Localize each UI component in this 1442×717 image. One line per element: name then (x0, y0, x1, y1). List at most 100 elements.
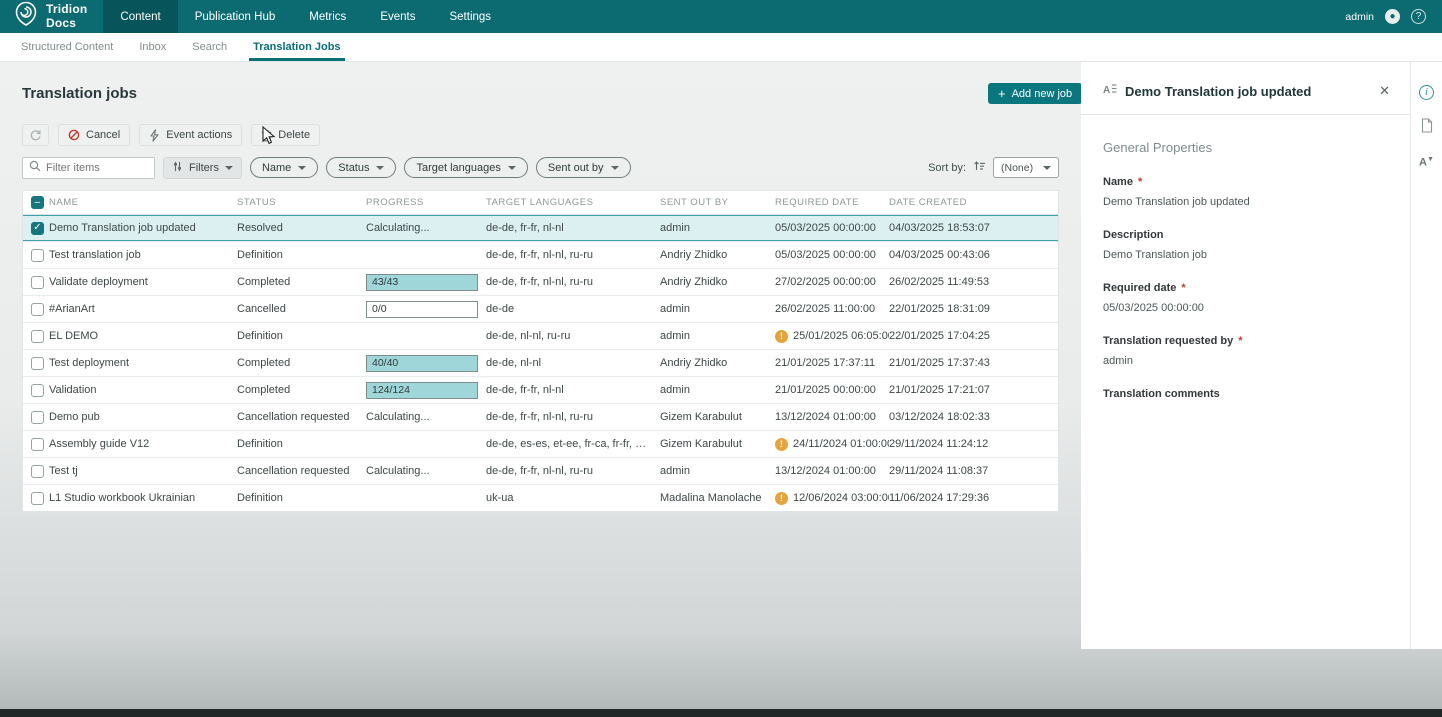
cell-name: Test translation job (49, 249, 237, 261)
cell-name: Validation (49, 384, 237, 396)
table-row[interactable]: Demo pubCancellation requestedCalculatin… (23, 404, 1058, 431)
cell-target-languages: de-de, fr-fr, nl-nl, ru-ru (486, 276, 660, 288)
top-menu-item-events[interactable]: Events (363, 0, 432, 33)
sort-ascending-icon[interactable] (973, 159, 986, 177)
required-date-text: 26/02/2025 11:00:00 (775, 303, 875, 315)
row-checkbox[interactable] (31, 303, 44, 316)
top-menu-item-settings[interactable]: Settings (432, 0, 508, 33)
table-body: ✓Demo Translation job updatedResolvedCal… (23, 215, 1058, 512)
refresh-icon (29, 129, 42, 142)
field-label: Translation requested by * (1103, 335, 1388, 347)
top-menu-item-content[interactable]: Content (103, 0, 177, 33)
row-checkbox[interactable] (31, 249, 44, 262)
required-date-text: 24/11/2024 01:00:00 (793, 438, 889, 450)
mouse-cursor-icon (262, 126, 276, 150)
translation-tab-button[interactable]: A▼ (1418, 153, 1436, 171)
chevron-down-icon (298, 166, 306, 170)
table-row[interactable]: Test tjCancellation requestedCalculating… (23, 458, 1058, 485)
column-header-status: STATUS (237, 197, 366, 208)
subnav-item-search[interactable]: Search (179, 33, 240, 61)
filter-pill-label: Sent out by (548, 162, 604, 174)
info-icon: i (1419, 85, 1434, 100)
row-checkbox[interactable] (31, 411, 44, 424)
subnav-item-inbox[interactable]: Inbox (126, 33, 179, 61)
subnav-item-structured-content[interactable]: Structured Content (8, 33, 126, 61)
brand-logo[interactable]: Tridion Docs (0, 0, 103, 33)
translation-job-icon: A (1103, 82, 1117, 101)
row-checkbox[interactable] (31, 276, 44, 289)
filter-items-input[interactable] (46, 162, 148, 174)
row-checkbox[interactable] (31, 492, 44, 505)
row-checkbox[interactable] (31, 357, 44, 370)
brand-text: Tridion Docs (46, 3, 87, 29)
cell-status: Cancelled (237, 303, 366, 315)
table-row[interactable]: Validate deploymentCompleted43/43de-de, … (23, 269, 1058, 296)
cell-status: Definition (237, 330, 366, 342)
table-row[interactable]: L1 Studio workbook UkrainianDefinitionuk… (23, 485, 1058, 512)
document-tab-button[interactable] (1418, 118, 1436, 136)
table-row[interactable]: Test deploymentCompleted40/40de-de, nl-n… (23, 350, 1058, 377)
cell-name: Test tj (49, 465, 237, 477)
cell-name: Validate deployment (49, 276, 237, 288)
table-row[interactable]: EL DEMODefinitionde-de, nl-nl, ru-ruadmi… (23, 323, 1058, 350)
cell-target-languages: de-de, fr-fr, nl-nl (486, 222, 660, 234)
cell-status: Completed (237, 357, 366, 369)
cell-required-date: 26/02/2025 11:00:00 (775, 303, 889, 315)
panel-body: General Properties Name *Demo Translatio… (1081, 140, 1410, 400)
filter-pill-sent-out-by[interactable]: Sent out by (536, 157, 631, 178)
subnav-item-translation-jobs[interactable]: Translation Jobs (240, 33, 353, 61)
cell-date-created: 29/11/2024 11:24:12 (889, 438, 1058, 450)
chevron-down-icon (611, 166, 619, 170)
cell-progress: 40/40 (366, 355, 486, 372)
sort-select[interactable]: (None) (993, 157, 1059, 178)
filter-pill-name[interactable]: Name (250, 157, 318, 178)
column-header-progress: PROGRESS (366, 197, 486, 208)
table-row[interactable]: Test translation jobDefinitionde-de, fr-… (23, 242, 1058, 269)
table-row[interactable]: #ArianArtCancelled0/0de-deadmin26/02/202… (23, 296, 1058, 323)
refresh-button[interactable] (22, 124, 49, 146)
close-icon: ✕ (1379, 83, 1390, 98)
table-row[interactable]: Assembly guide V12Definitionde-de, es-es… (23, 431, 1058, 458)
column-header-target-languages: TARGET LANGUAGES (486, 197, 660, 208)
cell-required-date: 13/12/2024 01:00:00 (775, 411, 889, 423)
progress-calculating-label: Calculating... (366, 465, 430, 477)
info-tab-button[interactable]: i (1418, 83, 1436, 101)
filter-pill-status[interactable]: Status (326, 157, 396, 178)
table-row[interactable]: ✓Demo Translation job updatedResolvedCal… (23, 215, 1058, 242)
cell-date-created: 21/01/2025 17:37:43 (889, 357, 1058, 369)
select-all-checkbox[interactable]: – (31, 196, 44, 209)
filter-search-box (22, 157, 155, 179)
event-actions-button[interactable]: Event actions (139, 124, 242, 146)
row-checkbox[interactable] (31, 384, 44, 397)
plus-icon: + (998, 87, 1006, 100)
cell-name: EL DEMO (49, 330, 237, 342)
panel-field-translation-requested-by: Translation requested by *admin (1103, 335, 1388, 367)
panel-title: Demo Translation job updated (1125, 84, 1311, 99)
cell-required-date: 13/12/2024 01:00:00 (775, 465, 889, 477)
cancel-button[interactable]: Cancel (58, 124, 130, 146)
row-checkbox[interactable] (31, 465, 44, 478)
row-checkbox[interactable] (31, 330, 44, 343)
top-menu-item-publication-hub[interactable]: Publication Hub (178, 0, 293, 33)
filters-button[interactable]: Filters (163, 157, 242, 179)
add-new-job-button[interactable]: + Add new job (988, 83, 1082, 104)
cell-target-languages: de-de, fr-fr, nl-nl, ru-ru (486, 465, 660, 477)
progress-bar: 43/43 (366, 274, 478, 291)
top-menu-item-metrics[interactable]: Metrics (292, 0, 363, 33)
user-avatar-icon[interactable]: ● (1385, 9, 1400, 24)
top-menu: ContentPublication HubMetricsEventsSetti… (103, 0, 508, 33)
user-label: admin (1345, 11, 1374, 23)
required-date-text: 21/01/2025 17:37:11 (775, 357, 875, 369)
row-checkbox[interactable]: ✓ (31, 222, 44, 235)
close-panel-button[interactable]: ✕ (1373, 81, 1396, 101)
progress-calculating-label: Calculating... (366, 222, 430, 234)
progress-bar: 124/124 (366, 382, 478, 399)
row-checkbox[interactable] (31, 438, 44, 451)
tridion-logo-icon (14, 1, 38, 32)
table-row[interactable]: ValidationCompleted124/124de-de, fr-fr, … (23, 377, 1058, 404)
filter-pill-target-languages[interactable]: Target languages (404, 157, 527, 178)
panel-field-required-date: Required date *05/03/2025 00:00:00 (1103, 282, 1388, 314)
page-title: Translation jobs (22, 85, 137, 102)
help-icon[interactable]: ? (1411, 9, 1426, 24)
cell-progress: 43/43 (366, 274, 486, 291)
